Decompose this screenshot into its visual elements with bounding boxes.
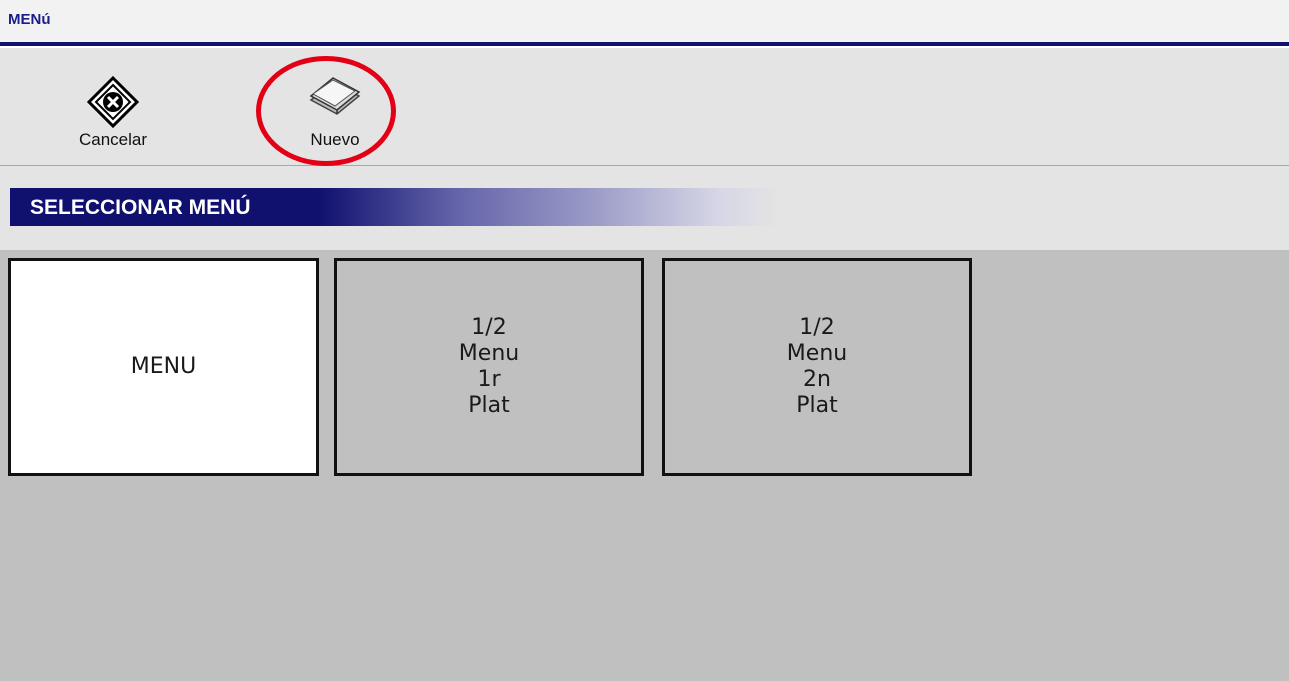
tile-line: 1r — [477, 367, 501, 392]
menu-tile-menu[interactable]: MENU — [8, 258, 319, 476]
cancel-button[interactable]: Cancelar — [60, 48, 166, 166]
tile-line: MENU — [130, 354, 197, 379]
tile-text: 1/2 Menu 2n Plat — [787, 315, 847, 419]
menu-tile-half-menu-2n-plat[interactable]: 1/2 Menu 2n Plat — [662, 258, 972, 476]
tile-line: 1/2 — [799, 315, 835, 340]
tile-text: 1/2 Menu 1r Plat — [459, 315, 519, 419]
tile-line: Plat — [796, 393, 838, 418]
tile-text: MENU — [131, 354, 196, 380]
tile-line: 1/2 — [471, 315, 507, 340]
cancel-label: Cancelar — [78, 130, 148, 149]
new-label: Nuevo — [310, 130, 360, 149]
menu-grid: MENU 1/2 Menu 1r Plat 1/2 Menu 2n Plat — [0, 250, 1289, 681]
new-button[interactable]: Nuevo — [282, 48, 388, 166]
new-paper-stack-icon — [307, 76, 363, 125]
tile-line: Plat — [468, 393, 510, 418]
menu-tile-half-menu-1r-plat[interactable]: 1/2 Menu 1r Plat — [334, 258, 644, 476]
tile-line: Menu — [458, 341, 520, 366]
title-bar: MENú — [0, 0, 1289, 46]
section-header: SELECCIONAR MENÚ — [10, 188, 780, 226]
window-title: MENú — [8, 11, 51, 28]
section-bar: SELECCIONAR MENÚ — [0, 166, 1289, 250]
tile-line: 2n — [803, 367, 831, 392]
cancel-x-diamond-icon — [86, 75, 140, 133]
tile-line: Menu — [786, 341, 848, 366]
section-title: SELECCIONAR MENÚ — [30, 196, 251, 219]
toolbar: Cancelar Nuevo — [0, 46, 1289, 166]
